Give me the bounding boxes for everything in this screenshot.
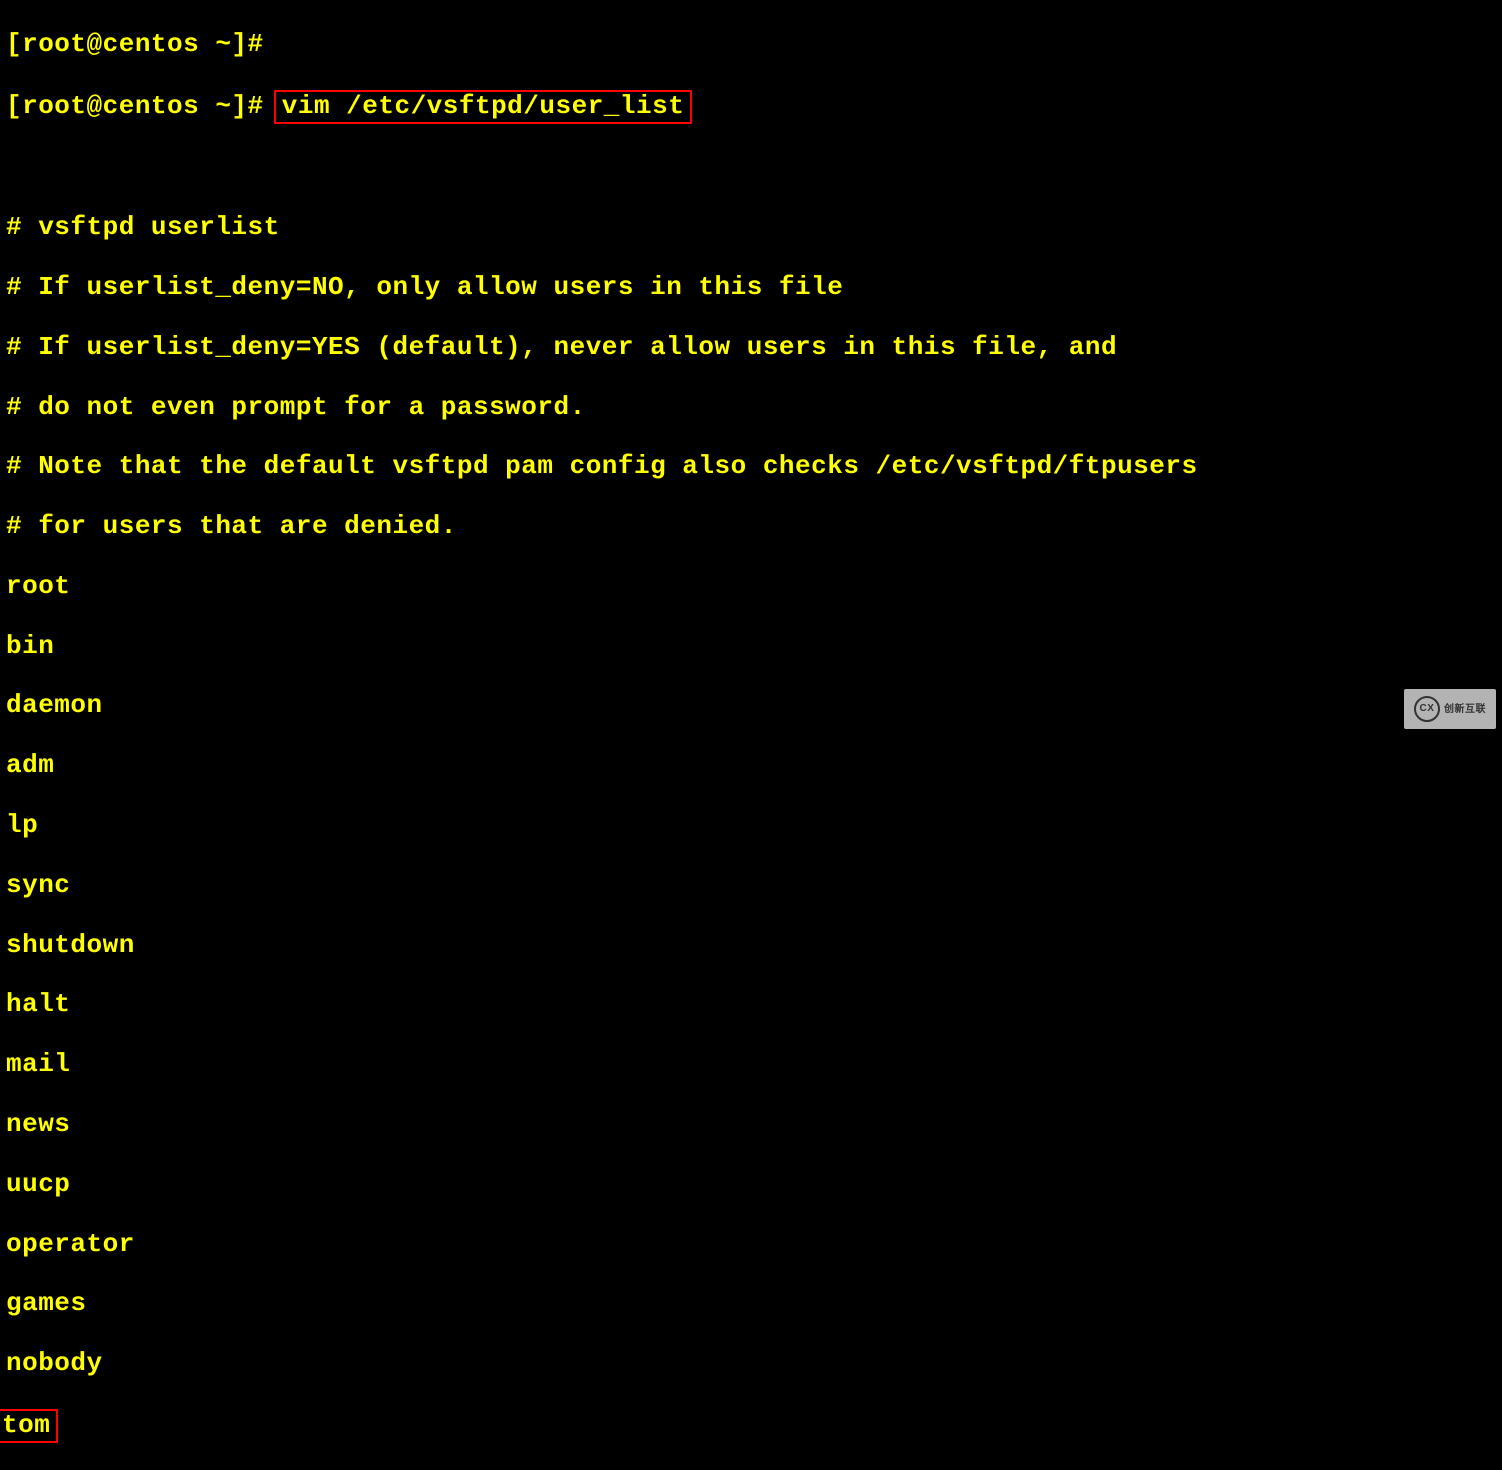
file-line: operator	[6, 1230, 1496, 1260]
file-line: lp	[6, 811, 1496, 841]
file-line: games	[6, 1289, 1496, 1319]
file-line: # Note that the default vsftpd pam confi…	[6, 452, 1496, 482]
file-line: # do not even prompt for a password.	[6, 393, 1496, 423]
file-line: sync	[6, 871, 1496, 901]
file-line: # If userlist_deny=NO, only allow users …	[6, 273, 1496, 303]
file-line: uucp	[6, 1170, 1496, 1200]
blank-line	[6, 153, 1496, 183]
file-line: # for users that are denied.	[6, 512, 1496, 542]
file-line: mail	[6, 1050, 1496, 1080]
file-line: root	[6, 572, 1496, 602]
file-line: halt	[6, 990, 1496, 1020]
file-line: bin	[6, 632, 1496, 662]
file-line: # If userlist_deny=YES (default), never …	[6, 333, 1496, 363]
watermark-logo-icon: CX	[1414, 696, 1440, 722]
added-user-highlight: tom	[0, 1409, 58, 1443]
file-line: news	[6, 1110, 1496, 1140]
file-line: daemon	[6, 691, 1496, 721]
watermark-text: 创新互联	[1444, 704, 1486, 715]
added-user-line: tom	[6, 1409, 1496, 1443]
command-highlight: vim /etc/vsftpd/user_list	[274, 90, 693, 124]
watermark-badge: CX 创新互联	[1404, 689, 1496, 729]
command-line: [root@centos ~]# vim /etc/vsftpd/user_li…	[6, 90, 1496, 124]
file-line: nobody	[6, 1349, 1496, 1379]
previous-prompt-line: [root@centos ~]#	[6, 30, 1496, 60]
shell-prompt: [root@centos ~]#	[6, 91, 280, 121]
file-line: shutdown	[6, 931, 1496, 961]
terminal-output[interactable]: [root@centos ~]# [root@centos ~]# vim /e…	[0, 0, 1502, 1470]
file-line: adm	[6, 751, 1496, 781]
file-line: # vsftpd userlist	[6, 213, 1496, 243]
